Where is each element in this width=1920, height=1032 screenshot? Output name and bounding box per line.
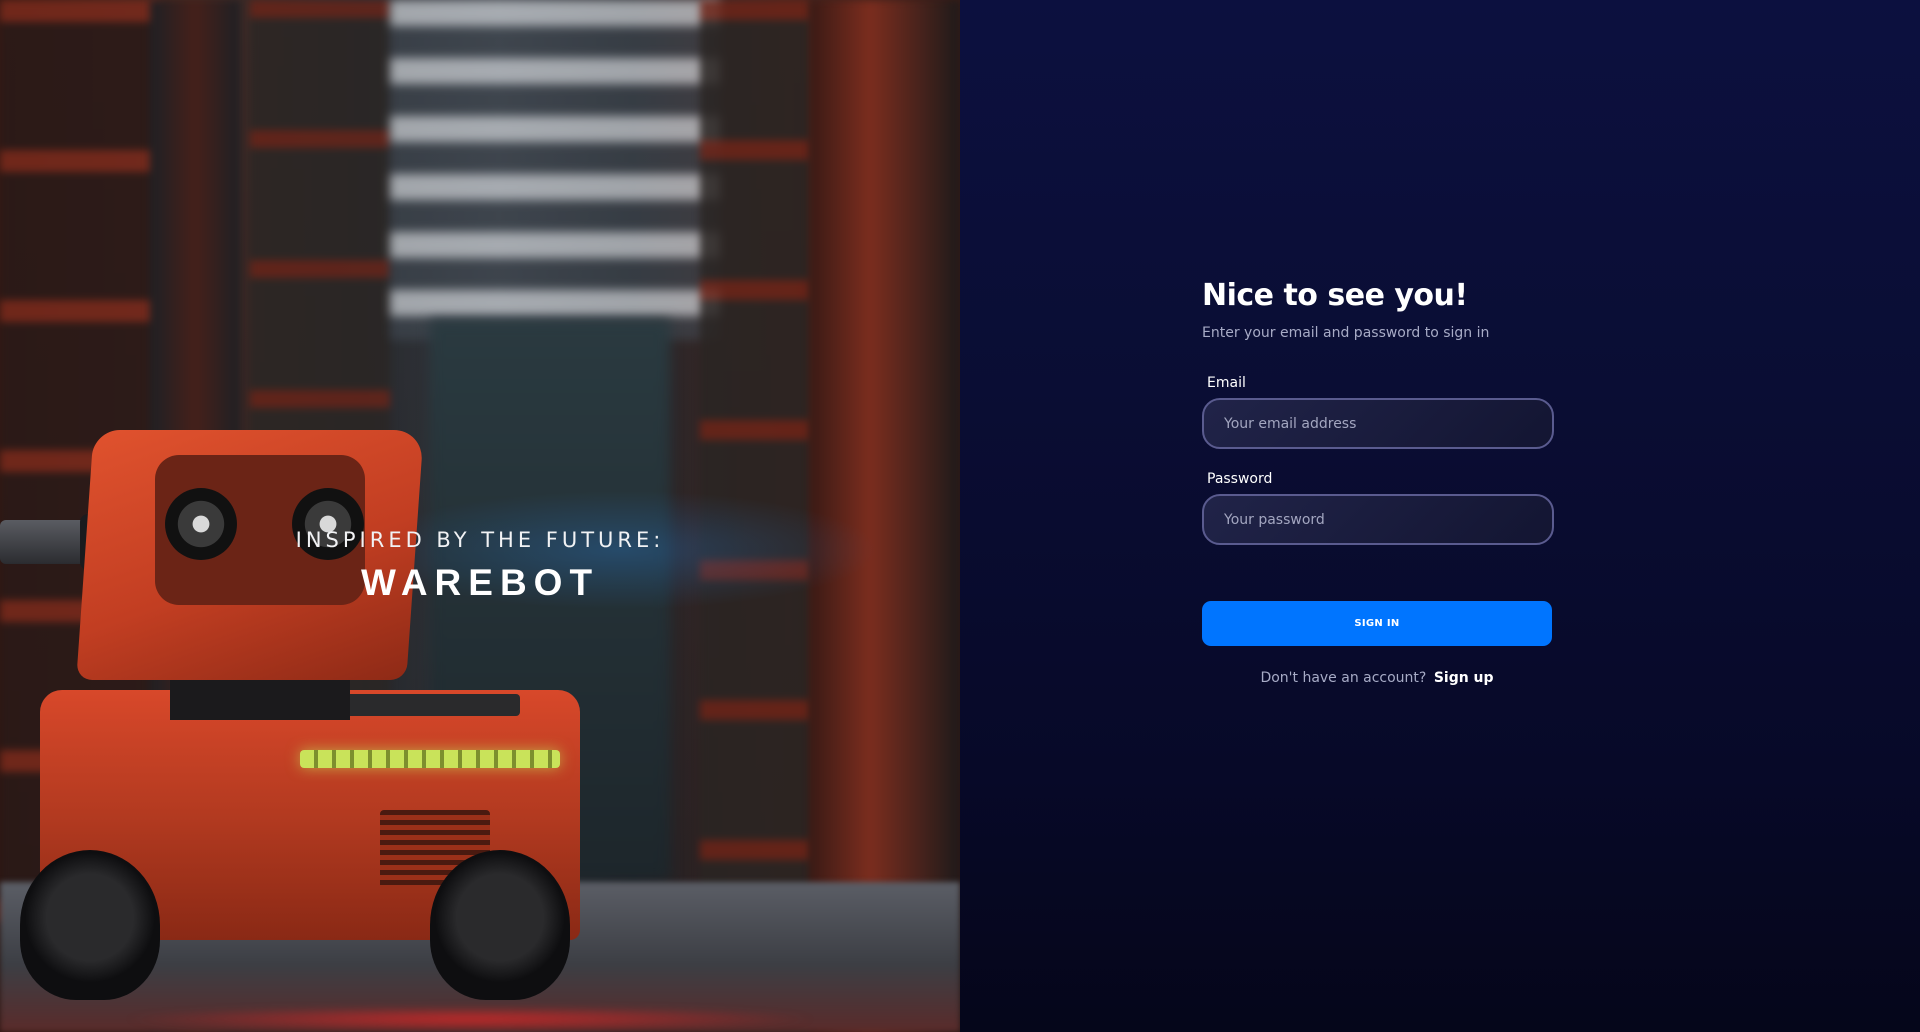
- ceiling-lights: [390, 0, 720, 340]
- login-page: INSPIRED BY THE FUTURE: WAREBOT Nice to …: [0, 0, 1920, 1032]
- password-field[interactable]: [1202, 494, 1554, 545]
- sign-in-button[interactable]: SIGN IN: [1202, 601, 1552, 646]
- hero-text: INSPIRED BY THE FUTURE: WAREBOT: [0, 528, 960, 604]
- password-field-group: Password: [1202, 471, 1556, 545]
- signup-row: Don't have an account? Sign up: [1202, 670, 1552, 686]
- email-field-group: Email: [1202, 375, 1556, 449]
- sign-up-link[interactable]: Sign up: [1434, 670, 1494, 686]
- hero-tagline: INSPIRED BY THE FUTURE:: [295, 528, 665, 552]
- hero-brand-name: WAREBOT: [0, 562, 960, 604]
- signin-panel: Nice to see you! Enter your email and pa…: [960, 0, 1920, 1032]
- robot-led-strip: [300, 750, 560, 768]
- page-title: Nice to see you!: [1202, 278, 1468, 313]
- hero-panel: INSPIRED BY THE FUTURE: WAREBOT: [0, 0, 960, 1032]
- robot-wheel-right: [430, 850, 570, 1000]
- signup-prompt: Don't have an account?: [1260, 670, 1427, 686]
- page-subtitle: Enter your email and password to sign in: [1202, 325, 1490, 341]
- robot-body-slot: [320, 694, 520, 716]
- email-label: Email: [1207, 375, 1246, 391]
- robot-illustration: [0, 420, 580, 1010]
- email-field[interactable]: [1202, 398, 1554, 449]
- password-label: Password: [1207, 471, 1273, 487]
- signin-form: Nice to see you! Enter your email and pa…: [1202, 278, 1556, 686]
- robot-wheel-left: [20, 850, 160, 1000]
